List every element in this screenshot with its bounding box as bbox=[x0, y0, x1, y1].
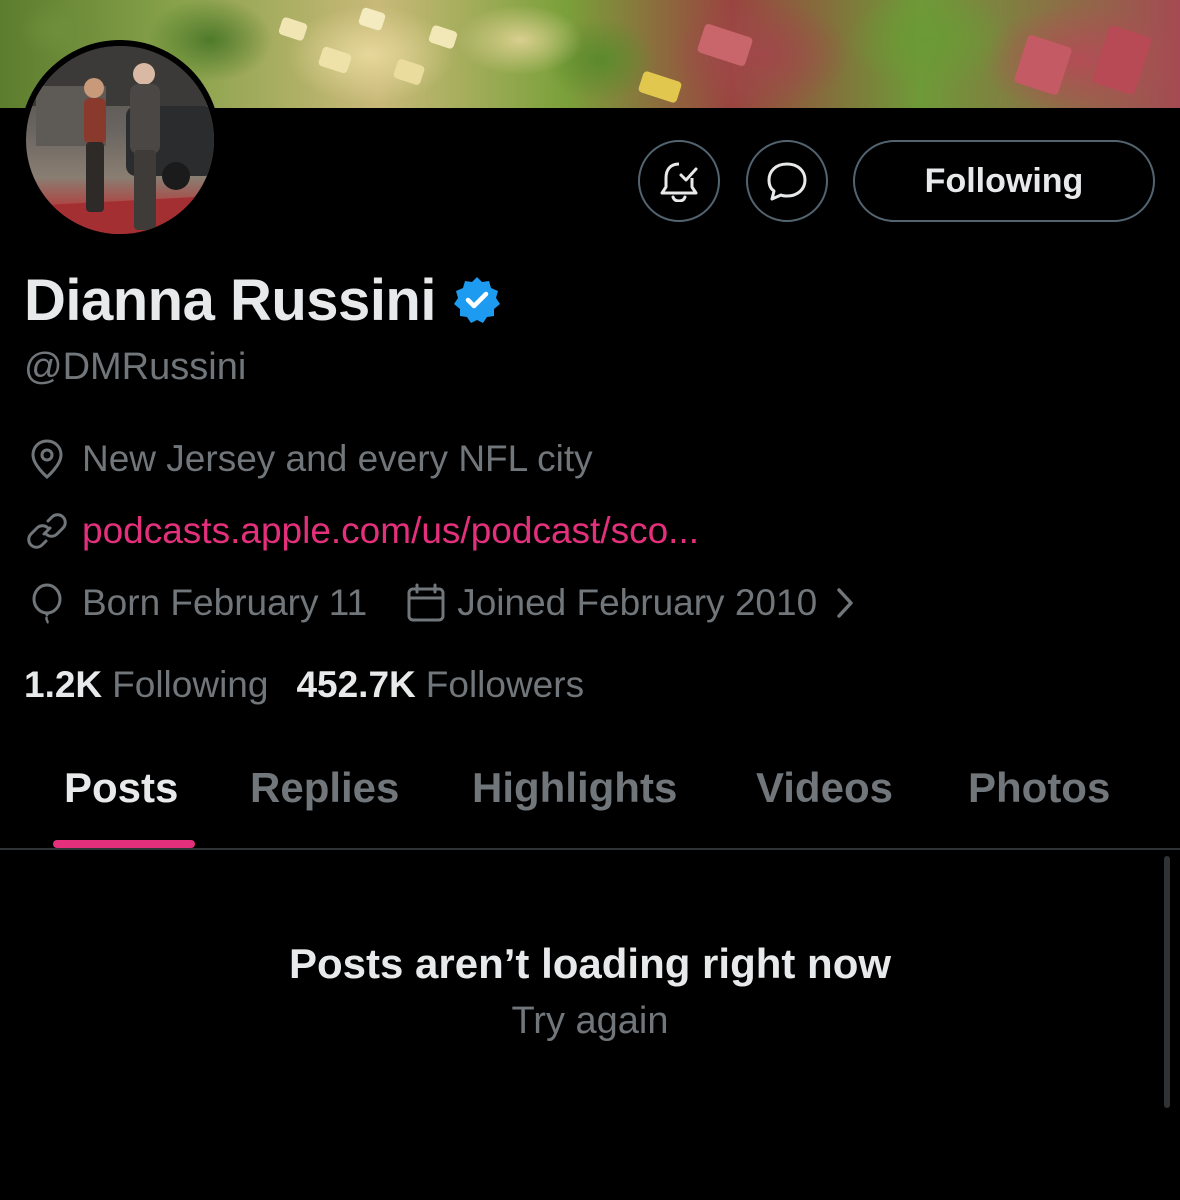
following-label: Following bbox=[112, 664, 269, 705]
location-text: New Jersey and every NFL city bbox=[82, 438, 593, 479]
notifications-button[interactable] bbox=[638, 140, 720, 222]
verified-badge-icon[interactable] bbox=[452, 275, 502, 325]
avatar[interactable] bbox=[20, 40, 220, 240]
name-row: Dianna Russini bbox=[24, 262, 502, 338]
bell-check-icon bbox=[660, 162, 698, 202]
try-again-row: Try again bbox=[0, 1000, 1180, 1043]
scrollbar[interactable] bbox=[1164, 856, 1170, 1108]
banner-detail bbox=[696, 23, 754, 67]
joined-link[interactable]: Joined February 2010 bbox=[405, 582, 855, 624]
banner-detail bbox=[1013, 34, 1073, 96]
banner-detail bbox=[357, 6, 387, 32]
birthday-text: Born February 11 bbox=[82, 582, 368, 623]
tabs-divider bbox=[0, 848, 1180, 850]
location-pin-icon bbox=[31, 439, 63, 479]
following-button[interactable]: Following bbox=[853, 140, 1155, 222]
message-button[interactable] bbox=[746, 140, 828, 222]
balloon-icon bbox=[32, 583, 62, 624]
followers-label: Followers bbox=[425, 664, 585, 705]
active-tab-indicator bbox=[53, 840, 195, 848]
chevron-right-icon bbox=[837, 588, 853, 618]
display-name: Dianna Russini bbox=[24, 267, 436, 333]
website-row: podcasts.apple.com/us/podcast/sco... bbox=[26, 510, 699, 552]
banner-detail bbox=[317, 45, 353, 75]
follow-stats: 1.2K Following 452.7K Followers bbox=[24, 664, 584, 706]
dates-row: Born February 11 Joined February 2010 bbox=[26, 582, 855, 624]
handle: @DMRussini bbox=[24, 346, 247, 388]
message-bubble-icon bbox=[767, 162, 807, 201]
avatar-image bbox=[26, 46, 214, 234]
tab-photos[interactable]: Photos bbox=[968, 764, 1110, 812]
tab-posts[interactable]: Posts bbox=[64, 764, 178, 812]
following-count: 1.2K bbox=[24, 664, 103, 705]
followers-count: 452.7K bbox=[296, 664, 416, 705]
try-again-button[interactable]: Try again bbox=[512, 1000, 669, 1042]
banner-detail bbox=[1091, 24, 1153, 96]
avatar-photo bbox=[26, 46, 214, 234]
joined-text: Joined February 2010 bbox=[457, 582, 818, 623]
followers-count-link[interactable]: 452.7K Followers bbox=[296, 664, 584, 706]
tab-replies[interactable]: Replies bbox=[250, 764, 399, 812]
tab-highlights[interactable]: Highlights bbox=[472, 764, 677, 812]
calendar-icon bbox=[407, 583, 445, 622]
link-icon bbox=[27, 513, 67, 549]
banner-detail bbox=[637, 70, 683, 104]
banner-detail bbox=[277, 16, 309, 42]
posts-error-title: Posts aren’t loading right now bbox=[288, 940, 892, 987]
banner-detail bbox=[427, 24, 459, 50]
following-count-link[interactable]: 1.2K Following bbox=[24, 664, 268, 706]
banner-detail bbox=[392, 58, 426, 86]
website-link[interactable]: podcasts.apple.com/us/podcast/sco... bbox=[82, 510, 699, 552]
profile-tabs: Posts Replies Highlights Videos Photos bbox=[0, 740, 1180, 848]
following-button-label: Following bbox=[924, 161, 1084, 200]
tab-videos[interactable]: Videos bbox=[756, 764, 893, 812]
location-row: New Jersey and every NFL city bbox=[26, 438, 593, 480]
